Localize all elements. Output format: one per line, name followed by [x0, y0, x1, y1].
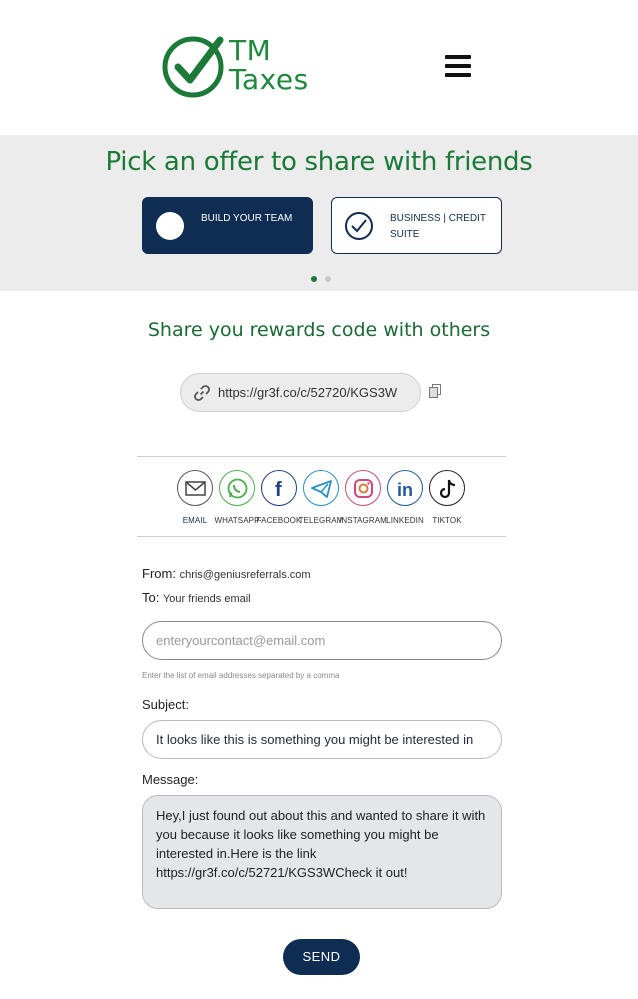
offer-label: BUSINESS | CREDIT SUITE [390, 213, 486, 240]
message-label: Message: [142, 772, 199, 787]
to-email-placeholder: enteryourcontact@email.com [156, 633, 326, 648]
linkedin-icon[interactable]: in [387, 470, 423, 506]
svg-text:f: f [275, 479, 282, 501]
referral-link-text: https://gr3f.co/c/52720/KGS3W [218, 385, 398, 400]
from-row: From: chris@geniusreferrals.com [142, 566, 311, 581]
hamburger-menu-icon[interactable] [445, 55, 471, 77]
to-value: Your friends email [162, 593, 251, 605]
offers-title: Pick an offer to share with friends [105, 147, 533, 177]
offer-radio-selected[interactable] [156, 212, 184, 240]
divider-bottom [137, 536, 506, 537]
site-header: TM Taxes [0, 0, 638, 135]
offer-build-your-team[interactable]: BUILD YOUR TEAM [142, 197, 313, 254]
send-button[interactable]: SEND [283, 939, 360, 975]
copy-icon[interactable] [429, 384, 441, 398]
pagination-dot-1[interactable] [311, 276, 317, 282]
pagination-dot-2[interactable] [325, 276, 331, 282]
offers-section: Pick an offer to share with friends BUIL… [0, 135, 638, 291]
share-title: Share you rewards code with others [147, 319, 491, 341]
to-row: To: Your friends email [142, 590, 251, 605]
from-value: chris@geniusreferrals.com [179, 569, 311, 581]
subject-value: It looks like this is something you migh… [156, 732, 474, 747]
tm-taxes-logo[interactable]: TM Taxes [162, 34, 312, 100]
message-value: Hey,I just found out about this and want… [156, 808, 486, 880]
carousel-pagination [311, 269, 339, 287]
to-email-input[interactable]: enteryourcontact@email.com [142, 621, 502, 660]
social-label-tiktok[interactable]: TIKTOK [417, 516, 477, 525]
email-icon[interactable] [177, 470, 213, 506]
logo-text-line1: TM [229, 34, 272, 67]
divider-top [137, 456, 506, 457]
svg-text:in: in [397, 480, 413, 500]
subject-label: Subject: [142, 697, 189, 712]
tiktok-icon[interactable] [429, 470, 465, 506]
offer-label: BUILD YOUR TEAM [201, 213, 293, 224]
message-textarea[interactable]: Hey,I just found out about this and want… [142, 795, 502, 909]
check-icon [351, 219, 367, 233]
telegram-icon[interactable] [303, 470, 339, 506]
offer-business-credit-suite[interactable]: BUSINESS | CREDIT SUITE [331, 197, 502, 254]
instagram-icon[interactable] [345, 470, 381, 506]
checkmark-logo-icon [162, 36, 224, 98]
subject-input[interactable]: It looks like this is something you migh… [142, 720, 502, 759]
link-icon [194, 385, 210, 401]
whatsapp-icon[interactable] [219, 470, 255, 506]
to-email-hint: Enter the list of email addresses separa… [142, 671, 340, 680]
logo-text-line2: Taxes [229, 63, 309, 96]
facebook-icon[interactable]: f [261, 470, 297, 506]
from-label: From: [142, 566, 176, 581]
referral-link-field[interactable]: https://gr3f.co/c/52720/KGS3W [180, 373, 421, 412]
logo-text: TM Taxes [229, 36, 309, 94]
to-label: To: [142, 590, 160, 605]
offer-radio[interactable] [345, 212, 373, 240]
